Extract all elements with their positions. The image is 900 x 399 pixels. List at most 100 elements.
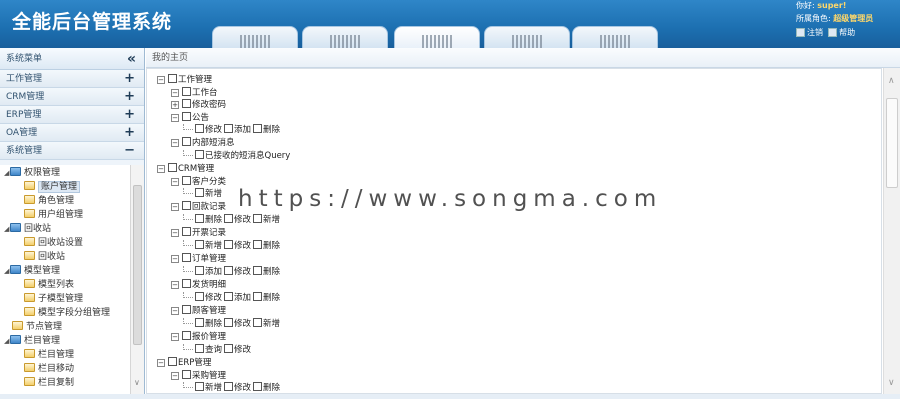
collapse-toggle-icon[interactable]: − (171, 178, 179, 186)
checkbox[interactable] (195, 124, 204, 133)
checkbox[interactable] (224, 266, 234, 275)
collapse-toggle-icon[interactable]: − (171, 203, 179, 211)
nav-tab-3[interactable] (394, 26, 480, 48)
sidebar-scrollbar[interactable]: ∨ (130, 165, 144, 399)
collapse-toggle-icon[interactable]: − (171, 89, 179, 97)
perm-node[interactable]: − 工作管理 (157, 74, 212, 86)
perm-node[interactable]: − 工作台 (171, 87, 218, 99)
perm-node[interactable]: − 回款记录 (171, 201, 226, 213)
perm-node[interactable]: − 内部短消息 (171, 137, 235, 149)
sidebar-section-work[interactable]: 工作管理 + (0, 70, 144, 88)
nav-tab-5[interactable] (572, 26, 658, 48)
checkbox[interactable] (195, 318, 204, 327)
perm-node[interactable]: − 采购管理 (171, 370, 226, 382)
main-scrollbar[interactable]: ∧ ∨ (883, 68, 900, 394)
tree-folder-columns[interactable]: ◢ 栏目管理 (4, 335, 60, 348)
perm-node[interactable]: − 公告 (171, 112, 209, 124)
collapse-sidebar-button[interactable]: « (127, 48, 136, 70)
expand-icon[interactable]: + (124, 88, 135, 106)
tree-item-model-list[interactable]: 模型列表 (24, 279, 74, 292)
checkbox[interactable] (182, 112, 191, 121)
checkbox[interactable] (182, 137, 191, 146)
tree-item-column-copy[interactable]: 栏目复制 (24, 377, 74, 390)
perm-node[interactable]: − 顾客管理 (171, 305, 226, 317)
checkbox[interactable] (182, 99, 191, 108)
checkbox[interactable] (195, 266, 204, 275)
tree-folder-models[interactable]: ◢ 模型管理 (4, 265, 60, 278)
tree-item-user-group[interactable]: 用户组管理 (24, 209, 83, 222)
checkbox[interactable] (168, 163, 177, 172)
expand-icon[interactable]: + (124, 70, 135, 88)
checkbox[interactable] (195, 382, 204, 391)
checkbox[interactable] (224, 214, 234, 223)
checkbox[interactable] (253, 240, 263, 249)
tree-item-submodel[interactable]: 子模型管理 (24, 293, 83, 306)
collapse-toggle-icon[interactable]: − (171, 229, 179, 237)
checkbox[interactable] (224, 124, 234, 133)
scroll-down-icon[interactable]: ∨ (134, 378, 140, 387)
perm-node[interactable]: − ERP管理 (157, 357, 211, 369)
checkbox[interactable] (195, 214, 204, 223)
tree-item-recycle[interactable]: 回收站 (24, 251, 65, 264)
sidebar-section-oa[interactable]: OA管理 + (0, 124, 144, 142)
logout-link[interactable]: 注销 (807, 28, 823, 37)
expand-icon[interactable]: + (124, 106, 135, 124)
scrollbar-thumb[interactable] (133, 185, 142, 345)
checkbox[interactable] (182, 201, 191, 210)
checkbox[interactable] (182, 253, 191, 262)
collapse-toggle-icon[interactable]: − (171, 139, 179, 147)
perm-node[interactable]: − 发货明细 (171, 279, 226, 291)
checkbox[interactable] (195, 188, 204, 197)
checkbox[interactable] (224, 344, 234, 353)
collapse-toggle-icon[interactable]: − (157, 359, 165, 367)
tree-item-column-management[interactable]: 栏目管理 (24, 349, 74, 362)
collapse-toggle-icon[interactable]: − (171, 255, 179, 263)
expand-toggle-icon[interactable]: + (171, 101, 179, 109)
tree-item-recycle-settings[interactable]: 回收站设置 (24, 237, 83, 250)
collapse-toggle-icon[interactable]: − (171, 372, 179, 380)
perm-node[interactable]: − 订单管理 (171, 253, 226, 265)
checkbox[interactable] (195, 344, 204, 353)
perm-node[interactable]: − 客户分类 (171, 176, 226, 188)
tree-folder-permissions[interactable]: ◢ 权限管理 (4, 167, 60, 180)
checkbox[interactable] (182, 370, 191, 379)
checkbox[interactable] (182, 176, 191, 185)
tree-item-field-groups[interactable]: 模型字段分组管理 (24, 307, 110, 320)
checkbox[interactable] (224, 292, 234, 301)
collapse-toggle-icon[interactable]: − (171, 281, 179, 289)
checkbox[interactable] (168, 357, 177, 366)
nav-tab-4[interactable] (484, 26, 570, 48)
scrollbar-thumb[interactable] (886, 98, 898, 188)
perm-node[interactable]: + 修改密码 (171, 99, 226, 111)
perm-node[interactable]: 已接收的短消息Query (183, 150, 290, 162)
checkbox[interactable] (253, 292, 263, 301)
checkbox[interactable] (195, 150, 204, 159)
collapse-icon[interactable]: − (124, 142, 135, 160)
checkbox[interactable] (224, 382, 234, 391)
sidebar-section-crm[interactable]: CRM管理 + (0, 88, 144, 106)
tree-folder-recycle[interactable]: ◢ 回收站 (4, 223, 51, 236)
collapse-toggle-icon[interactable]: − (171, 307, 179, 315)
checkbox[interactable] (182, 87, 191, 96)
checkbox[interactable] (168, 74, 177, 83)
checkbox[interactable] (182, 227, 191, 236)
checkbox[interactable] (224, 318, 234, 327)
checkbox[interactable] (224, 240, 234, 249)
perm-node[interactable]: − 报价管理 (171, 331, 226, 343)
scroll-down-icon[interactable]: ∨ (888, 378, 895, 388)
checkbox[interactable] (182, 331, 191, 340)
collapse-toggle-icon[interactable]: − (171, 114, 179, 122)
checkbox[interactable] (253, 382, 263, 391)
tree-item-column-move[interactable]: 栏目移动 (24, 363, 74, 376)
tree-item-role-management[interactable]: 角色管理 (24, 195, 74, 208)
perm-node[interactable]: − CRM管理 (157, 163, 214, 175)
perm-node[interactable]: − 开票记录 (171, 227, 226, 239)
collapse-toggle-icon[interactable]: − (171, 333, 179, 341)
nav-tab-2[interactable] (302, 26, 388, 48)
expand-icon[interactable]: + (124, 124, 135, 142)
checkbox[interactable] (182, 279, 191, 288)
collapse-toggle-icon[interactable]: − (157, 76, 165, 84)
checkbox[interactable] (253, 266, 263, 275)
checkbox[interactable] (253, 214, 263, 223)
checkbox[interactable] (195, 292, 204, 301)
